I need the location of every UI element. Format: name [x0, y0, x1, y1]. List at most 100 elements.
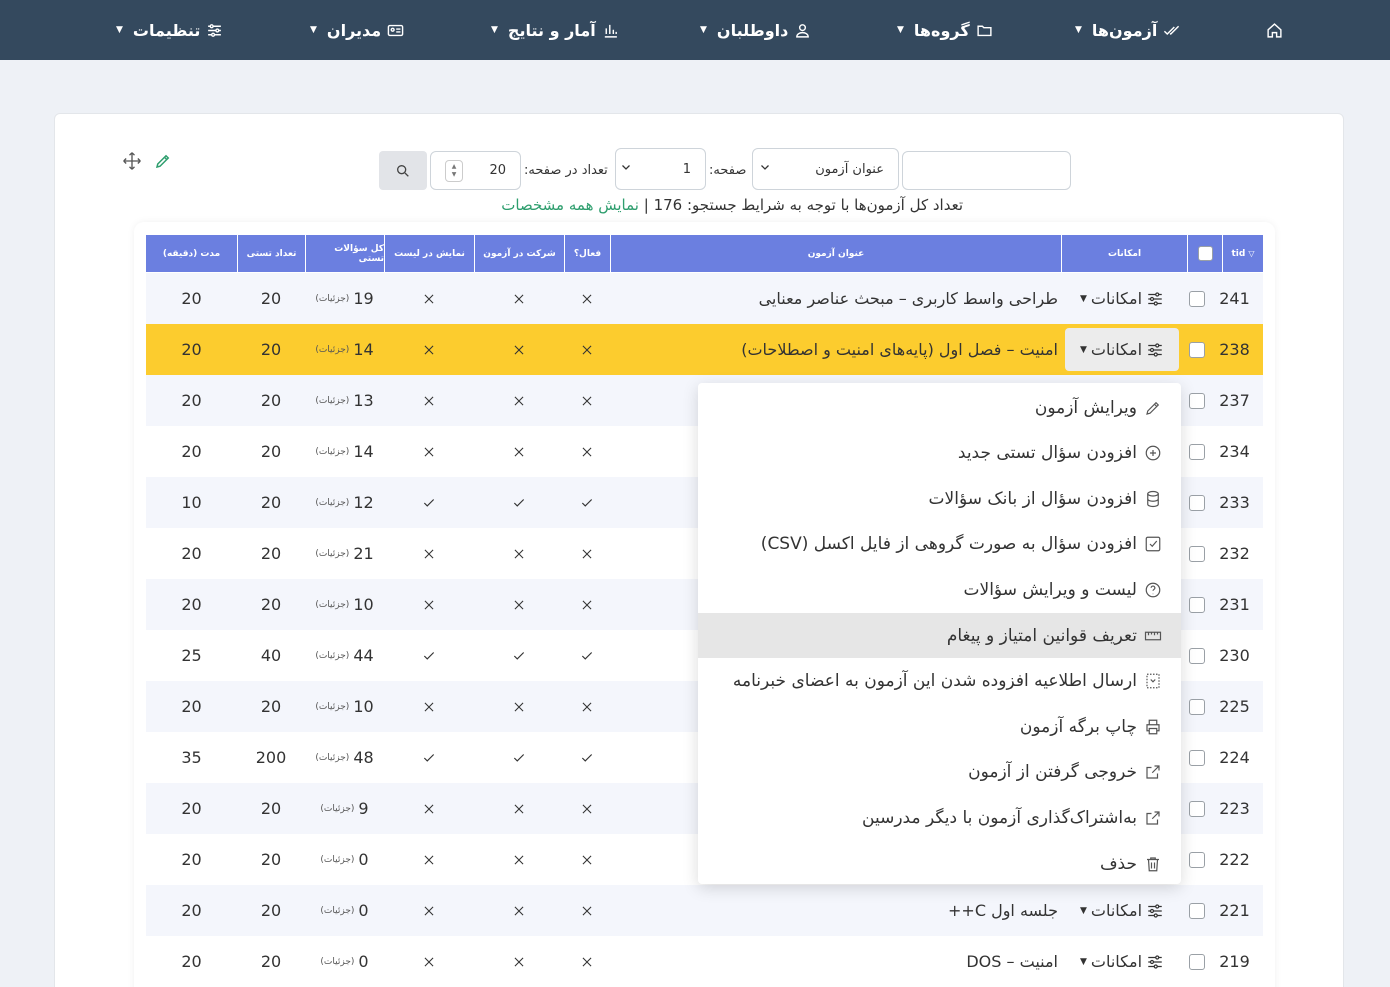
cell-total-questions: 14 (جزئیات) — [305, 426, 384, 477]
row-checkbox[interactable] — [1188, 596, 1205, 613]
cell-test-count: 20 — [260, 544, 282, 563]
details-link[interactable]: (جزئیات) — [315, 345, 349, 355]
cell-select[interactable] — [1187, 732, 1206, 783]
options-button[interactable]: امکانات ▼ — [1065, 328, 1179, 371]
details-link[interactable]: (جزئیات) — [315, 702, 349, 712]
row-checkbox[interactable] — [1188, 392, 1205, 409]
cell-select[interactable] — [1187, 630, 1206, 681]
cell-test-count: 20 — [260, 493, 282, 512]
nav-stats[interactable]: آمار و نتایج ▼ — [491, 0, 619, 60]
row-checkbox[interactable] — [1188, 545, 1205, 562]
menu-item[interactable]: ویرایش آزمون — [698, 385, 1181, 430]
show-all-details-link[interactable]: نمایش همه مشخصات — [501, 196, 639, 214]
cell-title[interactable]: امنیت – فصل اول (پایه‌های امنیت و اصطلاح… — [613, 324, 1058, 375]
menu-item[interactable]: افزودن سؤال از بانک سؤالات — [698, 476, 1181, 521]
details-link[interactable]: (جزئیات) — [315, 651, 349, 661]
sliders-icon — [1146, 290, 1164, 308]
details-link[interactable]: (جزئیات) — [320, 855, 354, 865]
row-checkbox[interactable] — [1188, 902, 1205, 919]
row-checkbox[interactable] — [1188, 647, 1205, 664]
nav-admins[interactable]: مدیران ▼ — [310, 0, 404, 60]
questions-count: 13 — [353, 391, 374, 410]
cell-show-in-list — [384, 324, 474, 375]
details-link[interactable]: (جزئیات) — [315, 549, 349, 559]
home-button[interactable] — [1264, 0, 1284, 60]
menu-item[interactable]: حذف — [698, 841, 1181, 886]
move-icon[interactable] — [121, 150, 143, 172]
cell-participate — [474, 936, 564, 987]
page-value: 1 — [682, 161, 691, 177]
row-checkbox[interactable] — [1188, 851, 1205, 868]
nav-settings[interactable]: تنظیمات ▼ — [116, 0, 223, 60]
cell-select[interactable] — [1187, 885, 1206, 936]
menu-item[interactable]: چاپ برگه آزمون — [698, 704, 1181, 749]
nav-exams[interactable]: آزمون‌ها ▼ — [1075, 0, 1180, 60]
per-page-input[interactable]: 20 ▲ ▼ — [430, 151, 521, 190]
details-link[interactable]: (جزئیات) — [315, 294, 349, 304]
cell-title[interactable]: امنیت – DOS — [613, 936, 1058, 987]
row-checkbox[interactable] — [1188, 494, 1205, 511]
cell-select[interactable] — [1187, 936, 1206, 987]
details-link[interactable]: (جزئیات) — [315, 498, 349, 508]
row-checkbox[interactable] — [1188, 749, 1205, 766]
details-link[interactable]: (جزئیات) — [320, 906, 354, 916]
cell-select[interactable] — [1187, 681, 1206, 732]
details-link[interactable]: (جزئیات) — [315, 396, 349, 406]
cell-select[interactable] — [1187, 834, 1206, 885]
details-link[interactable]: (جزئیات) — [315, 753, 349, 763]
cell-title[interactable]: طراحی واسط کاربری – مبحث عناصر معنایی — [613, 273, 1058, 324]
row-checkbox[interactable] — [1188, 698, 1205, 715]
page-select[interactable]: 1 — [615, 148, 706, 190]
cell-title[interactable]: جلسه اول C++ — [613, 885, 1058, 936]
table-row[interactable]: 219 امکانات ▼ امنیت – DOS 0 (جزئیات) 20 20 — [146, 936, 1263, 987]
th-tid[interactable]: ▽ tid — [1222, 235, 1263, 272]
questions-count: 21 — [353, 544, 374, 563]
menu-item[interactable]: خروجی گرفتن از آزمون — [698, 750, 1181, 795]
nav-groups[interactable]: گروه‌ها ▼ — [897, 0, 993, 60]
table-row[interactable]: 221 امکانات ▼ جلسه اول C++ 0 (جزئیات) 20 20 — [146, 885, 1263, 936]
cell-test-count: 20 — [260, 442, 282, 461]
cell-select[interactable] — [1187, 477, 1206, 528]
table-row[interactable]: 241 امکانات ▼ طراحی واسط کاربری – مبحث عناص… — [146, 273, 1263, 324]
options-button[interactable]: امکانات ▼ — [1065, 889, 1179, 932]
cell-test-count: 20 — [260, 391, 282, 410]
menu-item[interactable]: افزودن سؤال تستی جدید — [698, 431, 1181, 476]
search-input[interactable] — [902, 151, 1071, 190]
stepper-icon[interactable]: ▲ ▼ — [445, 160, 463, 182]
edit-pencil-icon[interactable] — [152, 150, 174, 172]
menu-item[interactable]: تعریف قوانین امتیاز و پیغام — [698, 613, 1181, 658]
search-field-select[interactable]: عنوان آزمون — [752, 148, 899, 190]
row-checkbox[interactable] — [1188, 953, 1205, 970]
cell-select[interactable] — [1187, 528, 1206, 579]
options-button[interactable]: امکانات ▼ — [1065, 940, 1179, 983]
cell-duration: 20 — [181, 544, 202, 563]
cell-show-in-list — [384, 375, 474, 426]
menu-item[interactable]: به‌اشتراک‌گذاری آزمون با دیگر مدرسین — [698, 795, 1181, 840]
row-checkbox[interactable] — [1188, 290, 1205, 307]
row-checkbox[interactable] — [1188, 443, 1205, 460]
nav-candidates[interactable]: داوطلبان ▼ — [700, 0, 811, 60]
cell-test-count: 20 — [260, 901, 282, 920]
details-link[interactable]: (جزئیات) — [315, 600, 349, 610]
menu-item[interactable]: لیست و ویرایش سؤالات — [698, 567, 1181, 612]
cell-select[interactable] — [1187, 783, 1206, 834]
menu-item[interactable]: افزودن سؤال به صورت گروهی از فایل اکسل (… — [698, 522, 1181, 567]
cell-select[interactable] — [1187, 375, 1206, 426]
cell-select[interactable] — [1187, 579, 1206, 630]
th-select-all[interactable] — [1187, 235, 1222, 272]
details-link[interactable]: (جزئیات) — [320, 804, 354, 814]
options-button[interactable]: امکانات ▼ — [1065, 277, 1179, 320]
details-link[interactable]: (جزئیات) — [320, 957, 354, 967]
select-all-checkbox[interactable] — [1197, 246, 1213, 261]
details-link[interactable]: (جزئیات) — [315, 447, 349, 457]
row-checkbox[interactable] — [1188, 800, 1205, 817]
row-checkbox[interactable] — [1188, 341, 1205, 358]
cell-select[interactable] — [1187, 273, 1206, 324]
menu-item[interactable]: ارسال اطلاعیه افزوده شدن این آزمون به اع… — [698, 659, 1181, 704]
cell-select[interactable] — [1187, 324, 1206, 375]
cell-tid: 234 — [1219, 442, 1250, 461]
table-row[interactable]: 238 امکانات ▼ امنیت – فصل اول (پایه‌های امن… — [146, 324, 1263, 375]
th-options: امکانات — [1061, 235, 1187, 272]
search-button[interactable] — [379, 151, 427, 190]
cell-select[interactable] — [1187, 426, 1206, 477]
